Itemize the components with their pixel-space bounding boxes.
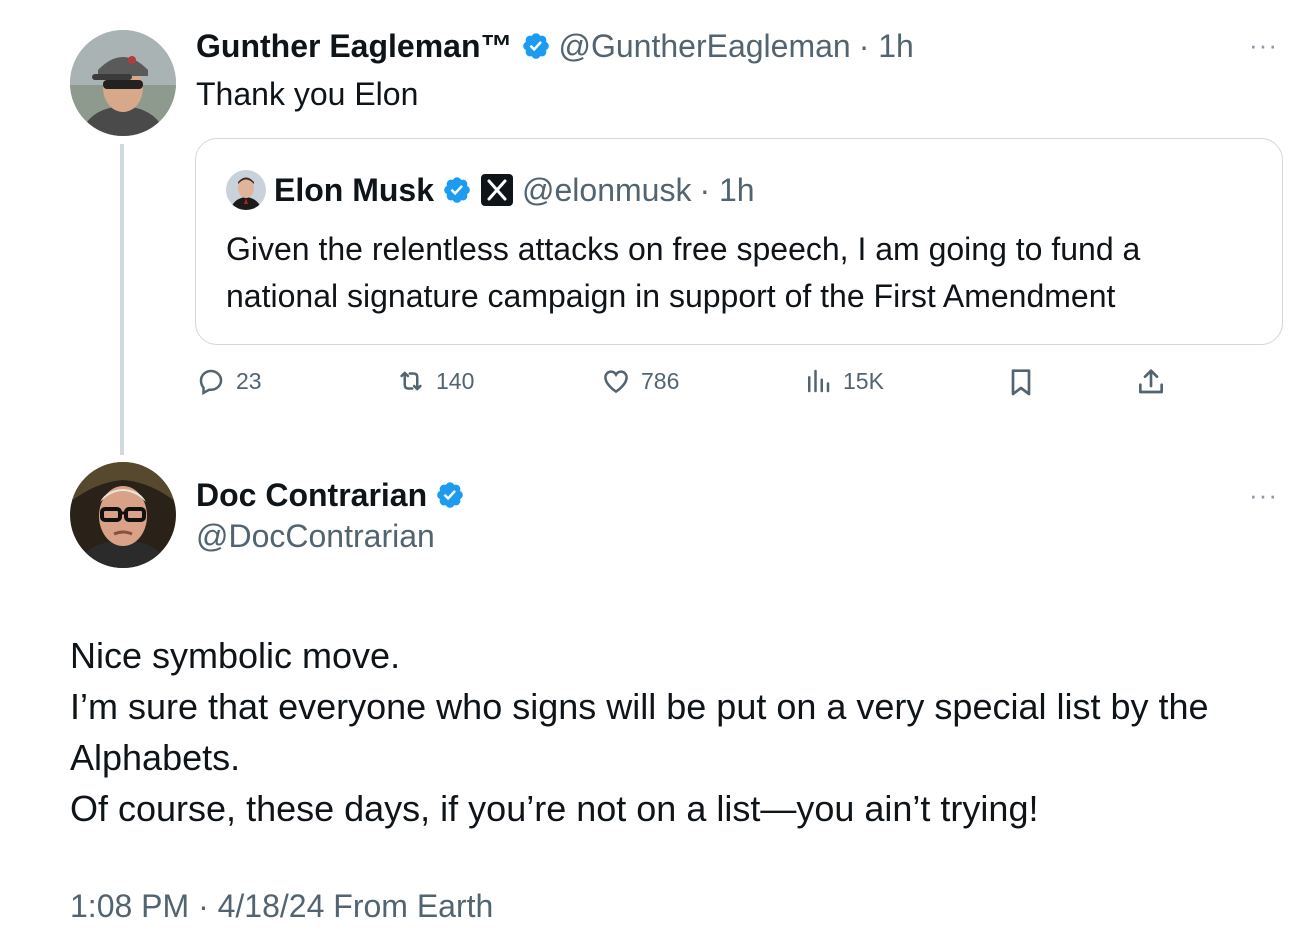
- main-tweet-text: Nice symbolic move. I’m sure that everyo…: [70, 630, 1300, 834]
- handle-doc-contrarian[interactable]: @DocContrarian: [196, 518, 435, 555]
- avatar-doc-contrarian[interactable]: [70, 462, 176, 568]
- x-affiliate-icon: [481, 174, 514, 206]
- quoted-tweet-text: Given the relentless attacks on free spe…: [226, 231, 1141, 314]
- verified-badge-icon: [522, 33, 549, 59]
- heart-icon: [604, 370, 628, 394]
- timestamp-gunther[interactable]: · 1h: [859, 28, 914, 65]
- more-options-icon[interactable]: ···: [1249, 480, 1278, 511]
- reply-icon: [199, 369, 223, 395]
- bookmark-icon[interactable]: [1005, 366, 1037, 398]
- tweet-timestamp-meta[interactable]: 1:08 PM · 4/18/24 From Earth: [70, 888, 493, 925]
- verified-badge-icon: [437, 482, 463, 508]
- repost-icon: [400, 371, 422, 391]
- main-tweet-line: Alphabets.: [70, 737, 241, 778]
- views-button[interactable]: 15K: [803, 366, 884, 396]
- views-count: 15K: [843, 367, 884, 394]
- thread-connector-line: [120, 144, 124, 455]
- handle-gunther[interactable]: @GuntherEagleman: [559, 28, 851, 65]
- main-tweet-author: Doc Contrarian: [196, 475, 465, 515]
- repost-count: 140: [436, 367, 475, 394]
- share-icon[interactable]: [1135, 366, 1167, 398]
- display-name-doc-contrarian[interactable]: Doc Contrarian: [196, 477, 427, 514]
- display-name-elon[interactable]: Elon Musk: [274, 172, 434, 209]
- parent-tweet-header: Gunther Eagleman™ @GuntherEagleman · 1h: [196, 26, 914, 66]
- main-tweet-line: Of course, these days, if you’re not on …: [70, 788, 1039, 829]
- reply-button[interactable]: 23: [196, 366, 262, 396]
- more-options-icon[interactable]: ···: [1249, 30, 1278, 61]
- quoted-tweet-header: Elon Musk @elonmusk · 1h: [274, 170, 755, 210]
- main-tweet-line: Nice symbolic move.: [70, 635, 401, 676]
- repost-button[interactable]: 140: [396, 366, 474, 396]
- avatar-elon[interactable]: [226, 170, 266, 210]
- main-tweet-line: I’m sure that everyone who signs will be…: [70, 686, 1209, 727]
- display-name-gunther[interactable]: Gunther Eagleman™: [196, 28, 513, 65]
- verified-badge-icon: [444, 177, 470, 203]
- avatar-gunther[interactable]: [70, 30, 176, 136]
- handle-elon[interactable]: @elonmusk: [522, 172, 691, 209]
- views-chart-icon: [808, 369, 830, 393]
- timestamp-elon[interactable]: · 1h: [699, 172, 754, 209]
- parent-tweet-text: Thank you Elon: [196, 76, 419, 112]
- reply-count: 23: [236, 367, 262, 394]
- like-button[interactable]: 786: [601, 366, 679, 396]
- like-count: 786: [641, 367, 680, 394]
